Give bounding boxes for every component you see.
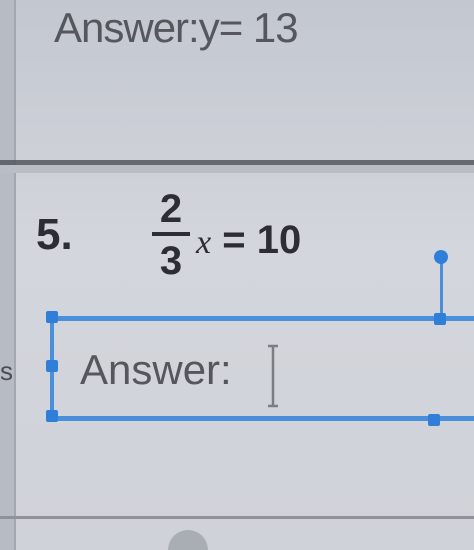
resize-handle-bottom-left[interactable] [46, 410, 58, 422]
answer-label: Answer: [80, 346, 232, 393]
table-row-divider-bottom [0, 516, 474, 519]
fraction-bar [152, 232, 190, 236]
fraction-denominator: 3 [159, 239, 183, 283]
page-margin-line [14, 0, 16, 550]
equation-fraction: 2 3 [148, 188, 194, 282]
rotate-handle[interactable] [434, 250, 448, 264]
selection-top-border [54, 316, 474, 321]
equation-variable: x [196, 224, 212, 261]
previous-answer-text: Answer:y= 13 [54, 4, 299, 51]
fraction-numerator: 2 [159, 187, 183, 231]
side-mark: s [0, 356, 13, 386]
equation-value: = 10 [222, 218, 302, 262]
text-cursor-icon [268, 344, 278, 408]
page-margin [0, 0, 14, 550]
answer-text-box[interactable]: Answer: [62, 330, 422, 412]
rotate-handle-stem [440, 262, 443, 320]
cropped-glyph [168, 530, 208, 550]
resize-handle-bottom-right[interactable] [428, 414, 440, 426]
equation-rest: x = 10 [196, 218, 301, 263]
resize-handle-top-right[interactable] [434, 313, 446, 325]
selection-bottom-border [54, 416, 474, 421]
resize-handle-top-left[interactable] [46, 311, 58, 323]
cell-gap [0, 165, 474, 173]
problem-number: 5. [36, 210, 73, 259]
resize-handle-middle-left[interactable] [46, 360, 58, 372]
worksheet-canvas: Answer:y= 13 5. 2 3 x = 10 Answer: s [0, 0, 474, 550]
